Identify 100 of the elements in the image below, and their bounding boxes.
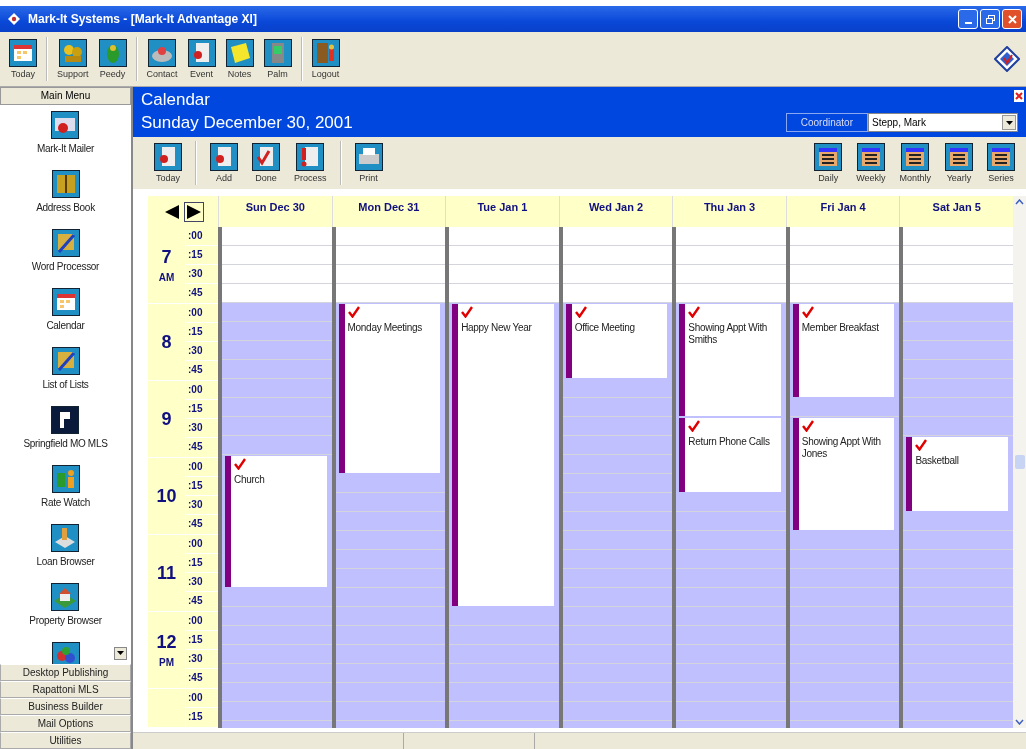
handheld-icon [263,39,292,67]
event-card[interactable]: Church [225,456,327,587]
toolbar-button[interactable]: Contact [143,37,181,81]
time-slot[interactable] [903,284,1013,303]
view-button[interactable]: Series [984,141,1018,185]
minute-label: :45 [187,286,204,300]
time-slot[interactable] [449,284,559,303]
toolbar-button[interactable]: Print [351,141,386,185]
time-slot[interactable] [335,265,446,284]
hour-label: 7 [161,247,172,266]
scrollbar-thumb[interactable] [1014,455,1025,469]
person-icon [51,465,80,493]
event-card[interactable]: Happy New Year [452,304,554,606]
time-slot[interactable] [903,227,1013,246]
event-card[interactable]: Member Breakfast [792,304,895,397]
time-slot[interactable] [222,246,332,265]
sidebar-item[interactable]: Word Processor [31,229,100,282]
time-slot[interactable] [335,284,446,303]
toolbar-button[interactable]: Peedy [95,37,130,81]
restore-button[interactable] [980,9,1000,29]
time-slot[interactable] [562,284,673,303]
period-label: PM [159,656,174,668]
sidebar-section-button[interactable]: Mail Options [0,715,131,732]
event-card[interactable]: Showing Appt With Smiths [679,304,781,416]
event-title: Church [234,474,266,486]
time-slot[interactable] [903,265,1013,284]
time-slot[interactable] [676,265,786,284]
view-button[interactable]: Weekly [853,141,889,185]
time-slot[interactable] [335,246,446,265]
sidebar-item[interactable]: List of Lists [42,347,89,400]
scrollbar[interactable] [1013,196,1026,728]
sidebar-item[interactable]: Calendar [46,288,85,341]
time-slot[interactable] [562,246,673,265]
toolbar-button[interactable]: Logout [308,37,343,81]
time-slot[interactable] [789,265,900,284]
calendar-date: Sunday December 30, 2001 [141,112,353,134]
time-slot[interactable] [222,227,332,246]
minute-label: :45 [187,594,204,608]
next-week-button[interactable] [184,201,204,222]
time-slot[interactable] [903,246,1013,265]
people-icon [58,39,87,67]
hour-label: 9 [161,410,172,428]
time-slot[interactable] [449,265,559,284]
sidebar-item[interactable]: Loan Browser [36,524,95,577]
time-slot[interactable] [562,265,673,284]
time-slot[interactable] [789,284,900,303]
sidebar-item[interactable]: Address Book [36,170,95,223]
view-button[interactable]: Yearly [942,141,976,185]
document-icon [210,143,238,171]
event-card[interactable]: Basketball [906,437,1008,511]
calendar-title: Calendar [141,89,211,111]
sidebar-section-button[interactable]: Rapattoni MLS [0,681,131,698]
calendar-icon [51,288,80,316]
minute-label: :45 [187,363,204,377]
toolbar-button[interactable]: Process [291,141,330,185]
minimize-button[interactable] [958,9,978,29]
event-title: Showing Appt With Smiths [688,322,769,346]
toolbar-button[interactable]: Done [249,141,283,185]
toolbar-button[interactable]: Palm [260,37,295,81]
coordinator-label: Coordinator [785,113,868,132]
close-button[interactable] [1014,90,1024,102]
document-icon [187,39,216,67]
sidebar-section-button[interactable]: Desktop Publishing [0,664,131,681]
time-slot[interactable] [222,265,332,284]
sidebar-section-button[interactable]: Utilities [0,732,131,749]
time-slot[interactable] [676,284,786,303]
scroll-down-icon [1015,719,1024,725]
sidebar-item[interactable]: Mark-It Mailer [37,111,94,164]
sidebar-section-button[interactable]: Business Builder [0,698,131,715]
event-card[interactable]: Monday Meetings [338,304,441,473]
time-slot[interactable] [449,227,559,246]
event-card[interactable]: Office Meeting [565,304,668,378]
time-slot[interactable] [789,246,900,265]
close-button[interactable] [1002,9,1022,29]
toolbar-button[interactable]: Support [54,37,92,81]
grid-calendar-icon [945,143,973,171]
time-slot[interactable] [789,227,900,246]
view-button[interactable]: Monthly [896,141,934,185]
time-slot[interactable] [222,284,332,303]
event-card[interactable]: Showing Appt With Jones [792,418,895,530]
scroll-down-button[interactable] [114,647,127,660]
hour-label: 11 [157,564,176,582]
time-slot[interactable] [676,227,786,246]
sidebar-item[interactable]: Rate Watch [41,465,90,518]
coordinator-select[interactable]: Stepp, Mark [868,113,1018,132]
time-slot[interactable] [449,246,559,265]
toolbar-button[interactable]: Today [6,37,40,81]
toolbar-button[interactable]: Notes [222,37,257,81]
time-slot[interactable] [562,227,673,246]
time-slot[interactable] [676,246,786,265]
view-button[interactable]: Daily [811,141,846,185]
toolbar-button[interactable]: Today [151,141,185,185]
toolbar-button[interactable]: Event [184,37,219,81]
time-slot[interactable] [335,227,446,246]
sidebar-item[interactable]: Property Browser [29,583,102,636]
toolbar-button[interactable]: Add [207,141,241,185]
close-icon [1007,14,1017,24]
sidebar-item[interactable]: Springfield MO MLS [23,406,108,459]
event-card[interactable]: Return Phone Calls [679,418,781,492]
alert-document-icon [296,143,325,171]
